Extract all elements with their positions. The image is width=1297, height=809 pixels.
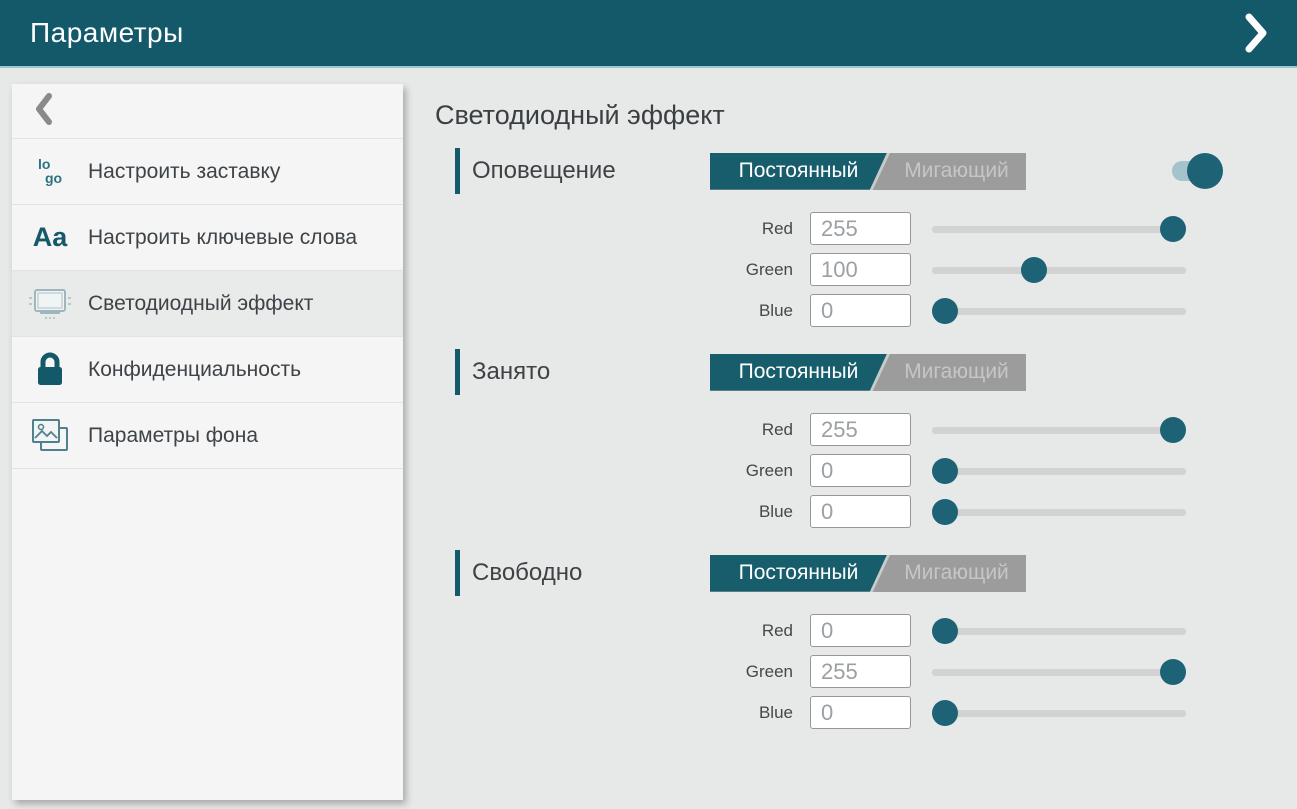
section-title: Оповещение	[472, 157, 710, 185]
slider-track	[932, 226, 1186, 233]
red-slider[interactable]	[932, 216, 1186, 242]
slider-track	[932, 509, 1186, 516]
section-accent-bar	[455, 349, 460, 395]
slider-track	[932, 427, 1186, 434]
mode-option-solid[interactable]: Постоянный	[710, 153, 887, 190]
green-slider[interactable]	[932, 257, 1186, 283]
channel-label: Green	[705, 461, 810, 481]
section-busy: Занято Постоянный Мигающий Red Green	[435, 348, 1297, 528]
slider-track	[932, 267, 1186, 274]
sidebar: lo go Настроить заставку Aa Настроить кл…	[12, 84, 403, 800]
red-value-input[interactable]	[810, 614, 911, 647]
page-title: Параметры	[30, 17, 184, 49]
channel-label: Blue	[705, 301, 810, 321]
mode-toggle: Постоянный Мигающий	[710, 555, 1026, 592]
sidebar-item-privacy[interactable]: Конфиденциальность	[12, 337, 403, 403]
app-header: Параметры	[0, 0, 1297, 68]
red-slider[interactable]	[932, 618, 1186, 644]
blue-value-input[interactable]	[810, 495, 911, 528]
red-value-input[interactable]	[810, 413, 911, 446]
channel-row-green: Green	[435, 454, 1297, 487]
blue-value-input[interactable]	[810, 294, 911, 327]
letters-icon: Aa	[12, 224, 88, 251]
blue-slider[interactable]	[932, 298, 1186, 324]
green-slider[interactable]	[932, 458, 1186, 484]
channel-row-blue: Blue	[435, 696, 1297, 729]
slider-thumb[interactable]	[1160, 659, 1186, 685]
red-value-input[interactable]	[810, 212, 911, 245]
slider-thumb[interactable]	[932, 700, 958, 726]
sidebar-back-button[interactable]	[12, 84, 403, 139]
section-alert: Оповещение Постоянный Мигающий Red Green	[435, 147, 1297, 327]
sidebar-item-label: Конфиденциальность	[88, 356, 307, 383]
slider-track	[932, 710, 1186, 717]
mode-option-blinking[interactable]: Мигающий	[887, 153, 1026, 190]
sidebar-item-label: Параметры фона	[88, 422, 264, 449]
slider-thumb[interactable]	[1160, 216, 1186, 242]
channel-label: Green	[705, 260, 810, 280]
sidebar-item-background[interactable]: Параметры фона	[12, 403, 403, 469]
section-free: Свободно Постоянный Мигающий Red Green	[435, 549, 1297, 729]
channel-row-green: Green	[435, 655, 1297, 688]
slider-thumb[interactable]	[1021, 257, 1047, 283]
images-icon	[12, 417, 88, 455]
led-effect-panel: Светодиодный эффект Оповещение Постоянны…	[435, 84, 1297, 809]
red-slider[interactable]	[932, 417, 1186, 443]
channel-row-blue: Blue	[435, 495, 1297, 528]
sidebar-item-keywords[interactable]: Aa Настроить ключевые слова	[12, 205, 403, 271]
channel-row-red: Red	[435, 614, 1297, 647]
sidebar-item-splash-screen[interactable]: lo go Настроить заставку	[12, 139, 403, 205]
chevron-left-icon	[36, 93, 52, 130]
channel-label: Green	[705, 662, 810, 682]
channel-label: Blue	[705, 703, 810, 723]
slider-thumb[interactable]	[1160, 417, 1186, 443]
mode-option-blinking[interactable]: Мигающий	[887, 555, 1026, 592]
green-value-input[interactable]	[810, 454, 911, 487]
blue-slider[interactable]	[932, 700, 1186, 726]
chevron-right-icon[interactable]	[1241, 11, 1271, 55]
slider-thumb[interactable]	[932, 298, 958, 324]
green-value-input[interactable]	[810, 253, 911, 286]
blue-value-input[interactable]	[810, 696, 911, 729]
channel-label: Blue	[705, 502, 810, 522]
channel-label: Red	[705, 219, 810, 239]
slider-track	[932, 308, 1186, 315]
section-accent-bar	[455, 148, 460, 194]
mode-option-solid[interactable]: Постоянный	[710, 354, 887, 391]
sidebar-item-label: Светодиодный эффект	[88, 290, 319, 317]
logo-icon: lo go	[12, 158, 88, 185]
slider-track	[932, 628, 1186, 635]
channel-row-red: Red	[435, 413, 1297, 446]
slider-track	[932, 468, 1186, 475]
display-icon	[12, 285, 88, 323]
mode-option-blinking[interactable]: Мигающий	[887, 354, 1026, 391]
slider-thumb[interactable]	[932, 458, 958, 484]
mode-option-solid[interactable]: Постоянный	[710, 555, 887, 592]
channel-row-green: Green	[435, 253, 1297, 286]
slider-thumb[interactable]	[932, 618, 958, 644]
channel-row-red: Red	[435, 212, 1297, 245]
panel-title: Светодиодный эффект	[435, 100, 1297, 131]
slider-track	[932, 669, 1186, 676]
blue-slider[interactable]	[932, 499, 1186, 525]
channel-label: Red	[705, 420, 810, 440]
led-enable-switch[interactable]	[1172, 161, 1218, 181]
sidebar-item-led-effect[interactable]: Светодиодный эффект	[12, 271, 403, 337]
switch-knob	[1187, 153, 1223, 189]
lock-icon	[12, 352, 88, 388]
slider-thumb[interactable]	[932, 499, 958, 525]
channel-label: Red	[705, 621, 810, 641]
sidebar-item-label: Настроить заставку	[88, 158, 286, 185]
green-slider[interactable]	[932, 659, 1186, 685]
green-value-input[interactable]	[810, 655, 911, 688]
section-title: Занято	[472, 358, 710, 386]
section-accent-bar	[455, 550, 460, 596]
section-title: Свободно	[472, 559, 710, 587]
mode-toggle: Постоянный Мигающий	[710, 153, 1026, 190]
mode-toggle: Постоянный Мигающий	[710, 354, 1026, 391]
sidebar-item-label: Настроить ключевые слова	[88, 224, 363, 251]
channel-row-blue: Blue	[435, 294, 1297, 327]
